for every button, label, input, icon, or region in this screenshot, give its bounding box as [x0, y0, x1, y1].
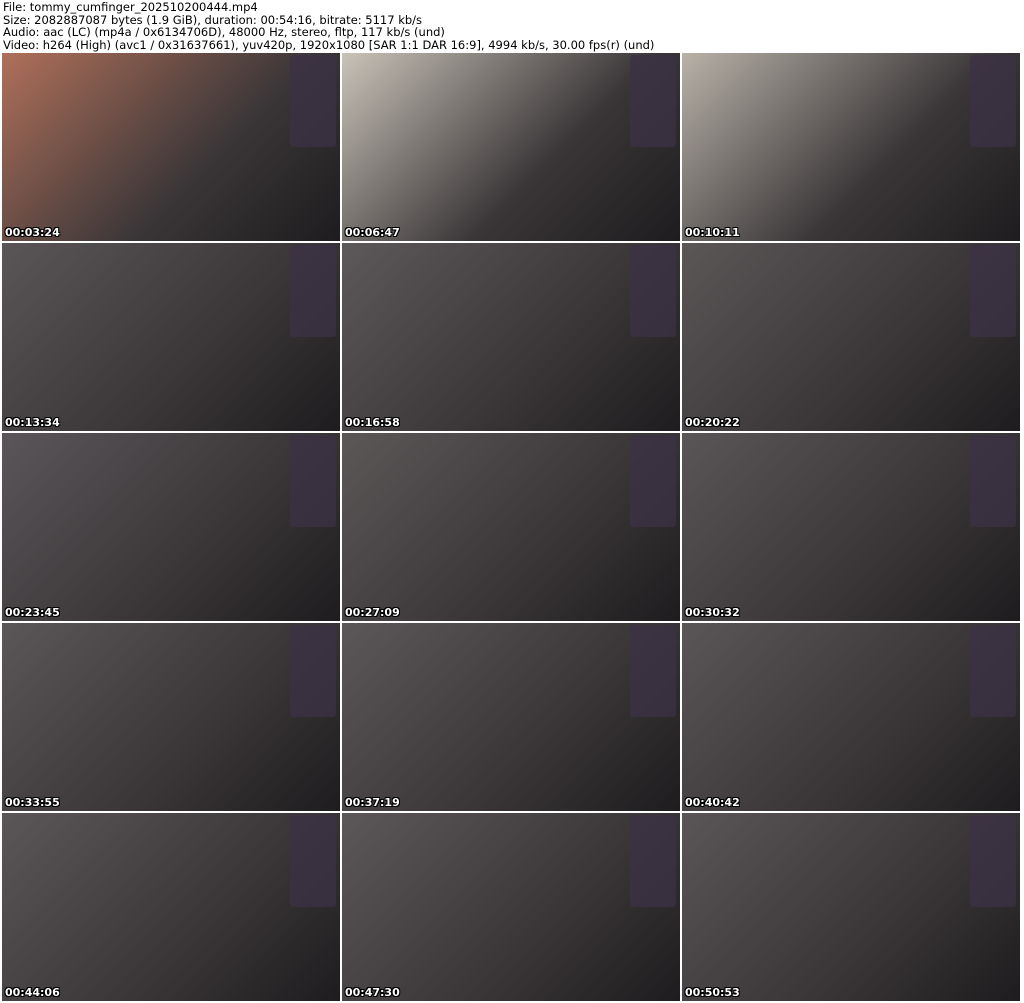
video-thumbnail: 00:27:09	[342, 433, 680, 621]
stream-overlay-panel	[290, 625, 336, 717]
video-thumbnail: 00:06:47	[342, 53, 680, 241]
stream-overlay-panel	[630, 435, 676, 527]
file-name: File: tommy_cumfinger_202510200444.mp4	[3, 0, 258, 14]
stream-overlay-panel	[290, 245, 336, 337]
stream-overlay-panel	[630, 55, 676, 147]
audio-info: Audio: aac (LC) (mp4a / 0x6134706D), 480…	[3, 25, 445, 39]
timestamp: 00:40:42	[685, 796, 740, 809]
video-thumbnail: 00:16:58	[342, 243, 680, 431]
stream-overlay-panel	[290, 435, 336, 527]
stream-overlay-panel	[630, 815, 676, 907]
stream-overlay-panel	[290, 55, 336, 147]
timestamp: 00:16:58	[345, 416, 400, 429]
video-thumbnail: 00:47:30	[342, 813, 680, 1001]
stream-overlay-panel	[970, 55, 1016, 147]
video-thumbnail: 00:33:55	[2, 623, 340, 811]
stream-overlay-panel	[630, 245, 676, 337]
timestamp: 00:47:30	[345, 986, 400, 999]
stream-overlay-panel	[630, 625, 676, 717]
stream-overlay-panel	[970, 815, 1016, 907]
file-info-header: File: tommy_cumfinger_202510200444.mp4 S…	[3, 1, 654, 51]
timestamp: 00:37:19	[345, 796, 400, 809]
video-thumbnail: 00:10:11	[682, 53, 1020, 241]
timestamp: 00:50:53	[685, 986, 740, 999]
timestamp: 00:44:06	[5, 986, 60, 999]
video-thumbnail: 00:13:34	[2, 243, 340, 431]
video-thumbnail: 00:44:06	[2, 813, 340, 1001]
thumbnail-grid: 00:03:24 00:06:47 00:10:11 00:13:34 00:16:58…	[2, 53, 1020, 1001]
stream-overlay-panel	[970, 245, 1016, 337]
stream-overlay-panel	[970, 625, 1016, 717]
timestamp: 00:23:45	[5, 606, 60, 619]
video-thumbnail: 00:23:45	[2, 433, 340, 621]
video-thumbnail: 00:50:53	[682, 813, 1020, 1001]
timestamp: 00:33:55	[5, 796, 60, 809]
timestamp: 00:03:24	[5, 226, 60, 239]
video-thumbnail: 00:03:24	[2, 53, 340, 241]
timestamp: 00:20:22	[685, 416, 740, 429]
video-info: Video: h264 (High) (avc1 / 0x31637661), …	[3, 37, 655, 52]
video-thumbnail: 00:20:22	[682, 243, 1020, 431]
timestamp: 00:13:34	[5, 416, 60, 429]
video-thumbnail: 00:37:19	[342, 623, 680, 811]
video-thumbnail: 00:40:42	[682, 623, 1020, 811]
stream-overlay-panel	[290, 815, 336, 907]
timestamp: 00:10:11	[685, 226, 740, 239]
timestamp: 00:27:09	[345, 606, 400, 619]
timestamp: 00:06:47	[345, 226, 400, 239]
stream-overlay-panel	[970, 435, 1016, 527]
video-thumbnail: 00:30:32	[682, 433, 1020, 621]
timestamp: 00:30:32	[685, 606, 740, 619]
